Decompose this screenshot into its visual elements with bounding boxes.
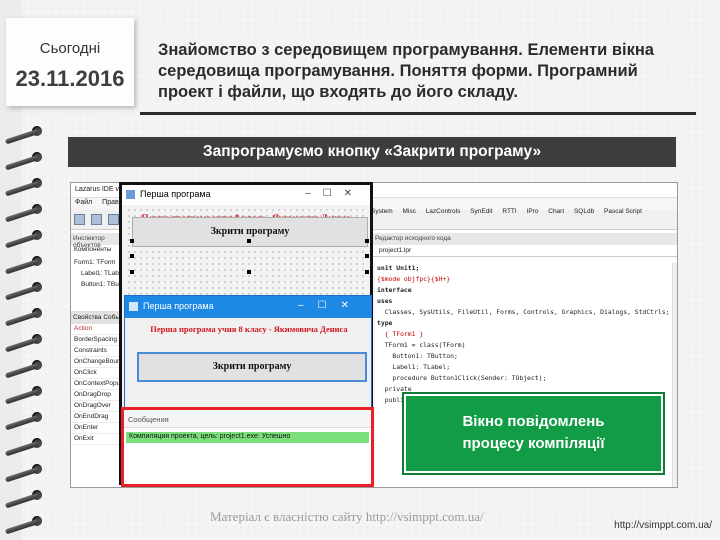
- selection-handle[interactable]: [247, 270, 251, 274]
- code-area[interactable]: unit Unit1; {$mode objfpc}{$H+} interface u…: [377, 263, 669, 406]
- spiral-ring: [4, 330, 48, 353]
- binding-wire: [4, 259, 39, 275]
- runform-label: Перша програма учня 8 класу - Якимовича …: [150, 324, 348, 334]
- spiral-ring: [4, 512, 48, 535]
- title-divider: [140, 112, 696, 115]
- editor-tab[interactable]: project1.lpr: [371, 245, 677, 257]
- messages-header: Сообщения: [124, 410, 371, 428]
- palette-tab[interactable]: Pascal Script: [604, 208, 642, 215]
- selection-handle[interactable]: [365, 270, 369, 274]
- compile-success-message[interactable]: Компиляция проекта, цель: project1.exe: …: [126, 432, 369, 443]
- app-icon: [126, 190, 135, 199]
- editor-scrollbar[interactable]: [672, 263, 677, 487]
- binding-wire: [4, 493, 39, 509]
- code-line: interface: [377, 286, 412, 294]
- binding-wire: [4, 415, 39, 431]
- app-icon: [129, 302, 138, 311]
- spiral-ring: [4, 304, 48, 327]
- binding-wire: [4, 311, 39, 327]
- palette-tab[interactable]: LazControls: [426, 208, 461, 215]
- binding-wire: [4, 519, 39, 535]
- binding-wire: [4, 155, 39, 171]
- selection-handle[interactable]: [130, 270, 134, 274]
- selection-handle[interactable]: [130, 254, 134, 258]
- palette-tab[interactable]: Misc: [402, 208, 415, 215]
- component-palette-tabs: System Misc LazControls SynEdit RTTI IPr…: [371, 208, 650, 215]
- code-line: { TForm1 }: [377, 330, 424, 338]
- spiral-ring: [4, 278, 48, 301]
- binding-wire: [4, 389, 39, 405]
- code-line: TForm1 = class(TForm): [377, 341, 466, 349]
- date-tag: Сьогодні 23.11.2016: [6, 18, 134, 106]
- menu-file[interactable]: Файл: [75, 199, 92, 206]
- binding-wire: [4, 337, 39, 353]
- code-line: {$mode objfpc}{$H+}: [377, 275, 451, 283]
- running-form-window: Перша програма –☐✕ Перша програма учня 8…: [124, 295, 372, 413]
- selection-handle[interactable]: [130, 239, 134, 243]
- spiral-ring: [4, 148, 48, 171]
- code-line: type: [377, 319, 393, 327]
- spiral-ring: [4, 226, 48, 249]
- date-value: 23.11.2016: [15, 66, 125, 91]
- spiral-ring: [4, 486, 48, 509]
- spiral-ring: [4, 174, 48, 197]
- editor-title: Редактор исходного кода: [371, 233, 677, 245]
- binding-wire: [4, 129, 39, 145]
- window-controls[interactable]: –☐✕: [298, 300, 363, 311]
- binding-wire: [4, 467, 39, 483]
- save-icon[interactable]: [107, 214, 119, 225]
- spiral-ring: [4, 252, 48, 275]
- palette-tab[interactable]: RTTI: [502, 208, 516, 215]
- messages-callout: Вікно повідомлень процесу компіляції: [402, 392, 665, 475]
- palette-tab[interactable]: Chart: [548, 208, 564, 215]
- spiral-ring: [4, 434, 48, 457]
- selection-handle[interactable]: [365, 254, 369, 258]
- binding-wire: [4, 233, 39, 249]
- palette-tab[interactable]: SQLdb: [574, 208, 594, 215]
- code-line: procedure Button1Click(Sender: TObject);: [377, 374, 547, 382]
- designer-title: Перша програма: [140, 189, 211, 199]
- callout-line: Вікно повідомлень: [462, 413, 605, 430]
- runform-title: Перша програма: [143, 301, 214, 311]
- spiral-ring: [4, 200, 48, 223]
- close-program-button[interactable]: Зкрити програму: [137, 352, 367, 382]
- palette-tab[interactable]: IPro: [527, 208, 539, 215]
- spiral-ring: [4, 122, 48, 145]
- today-label: Сьогодні: [39, 40, 101, 57]
- code-line: Classes, SysUtils, FileUtil, Forms, Cont…: [377, 308, 670, 316]
- open-file-icon[interactable]: [90, 214, 102, 225]
- selection-handle[interactable]: [365, 239, 369, 243]
- selection-handle[interactable]: [247, 239, 251, 243]
- palette-tab[interactable]: System: [371, 208, 393, 215]
- binding-wire: [4, 285, 39, 301]
- palette-tab[interactable]: SynEdit: [470, 208, 492, 215]
- new-file-icon[interactable]: [74, 214, 85, 225]
- binding-wire: [4, 181, 39, 197]
- spiral-ring: [4, 382, 48, 405]
- binding-wire: [4, 363, 39, 379]
- code-line: uses: [377, 297, 393, 305]
- copyright-note: Матеріал є власністю сайту http://vsimpp…: [210, 509, 484, 524]
- binding-wire: [4, 207, 39, 223]
- page-title: Знайомство з середовищем програмування. …: [158, 41, 654, 101]
- code-line: Button1: TButton;: [377, 352, 458, 360]
- callout-line: процесу компіляції: [462, 435, 605, 452]
- runform-titlebar: Перша програма –☐✕: [125, 296, 371, 318]
- designer-titlebar: Перша програма –☐✕: [122, 185, 370, 205]
- site-url[interactable]: http://vsimppt.com.ua/: [614, 520, 712, 531]
- code-line: Label1: TLabel;: [377, 363, 451, 371]
- code-line: unit Unit1;: [377, 264, 420, 272]
- binding-wire: [4, 441, 39, 457]
- messages-panel: Сообщения Компиляция проекта, цель: proj…: [121, 407, 374, 487]
- window-controls[interactable]: –☐✕: [305, 188, 364, 199]
- tab-properties[interactable]: Свойства: [73, 314, 102, 321]
- spiral-ring: [4, 356, 48, 379]
- spiral-ring: [4, 408, 48, 431]
- spiral-ring: [4, 460, 48, 483]
- section-banner: Запрограмуємо кнопку «Закрити програму»: [68, 137, 676, 167]
